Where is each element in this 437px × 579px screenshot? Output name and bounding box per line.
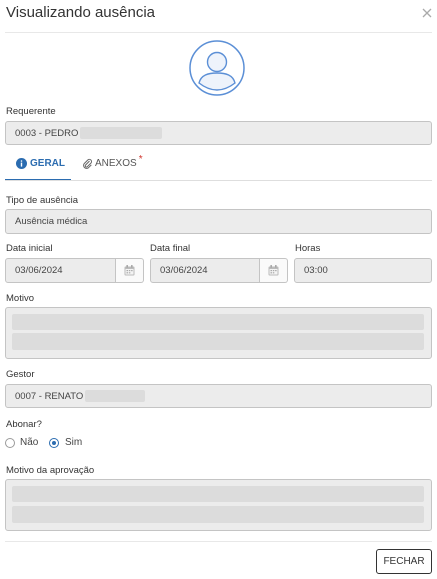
horas-field: 03:00	[294, 258, 432, 283]
redacted-text	[12, 333, 424, 350]
redacted-text	[12, 506, 424, 523]
radio-nao-label: Não	[20, 437, 39, 448]
tabs-divider	[5, 180, 432, 181]
footer-divider	[5, 541, 432, 542]
user-avatar-icon	[189, 40, 245, 96]
requerente-value: 0003 - PEDRO	[15, 127, 79, 139]
data-inicial-calendar-button[interactable]	[116, 258, 144, 283]
paperclip-icon	[83, 158, 92, 169]
required-mark: *	[138, 154, 143, 165]
tipo-ausencia-field: Ausência médica	[5, 209, 432, 234]
redacted-text	[12, 314, 424, 330]
gestor-value: 0007 - RENATO	[15, 390, 84, 402]
data-final-calendar-button[interactable]	[260, 258, 288, 283]
abonar-label: Abonar?	[6, 419, 42, 430]
redacted-text	[85, 390, 146, 402]
calendar-icon	[124, 265, 135, 276]
redacted-text	[80, 127, 163, 139]
tab-geral-label: GERAL	[30, 158, 65, 169]
modal-title: Visualizando ausência	[6, 4, 155, 21]
info-icon	[16, 158, 27, 169]
redacted-text	[12, 486, 424, 502]
tipo-ausencia-label: Tipo de ausência	[6, 195, 79, 206]
tab-anexos-label: ANEXOS	[95, 158, 137, 169]
horas-value: 03:00	[304, 265, 328, 276]
motivo-label: Motivo	[6, 293, 34, 304]
close-icon[interactable]	[420, 6, 434, 20]
gestor-label: Gestor	[6, 369, 35, 380]
fechar-button[interactable]: FECHAR	[376, 549, 432, 574]
calendar-icon	[268, 265, 279, 276]
data-final-value: 03/06/2024	[160, 265, 208, 276]
radio-sim[interactable]	[49, 438, 59, 448]
tab-anexos[interactable]: ANEXOS *	[82, 154, 143, 169]
data-inicial-field: 03/06/2024	[5, 258, 116, 283]
radio-nao[interactable]	[5, 438, 15, 448]
tab-geral[interactable]: GERAL	[16, 158, 65, 169]
data-final-field: 03/06/2024	[150, 258, 260, 283]
requerente-label: Requerente	[6, 106, 56, 117]
requerente-field: 0003 - PEDRO	[5, 121, 432, 145]
absence-modal: Visualizando ausência Requerente 0003 - …	[0, 0, 437, 579]
motivo-aprovacao-label: Motivo da aprovação	[6, 465, 95, 476]
data-inicial-label: Data inicial	[6, 243, 53, 254]
gestor-field: 0007 - RENATO	[5, 384, 432, 408]
header-divider	[5, 32, 432, 33]
tipo-ausencia-value: Ausência médica	[15, 216, 88, 227]
radio-sim-label: Sim	[65, 437, 83, 448]
data-final-label: Data final	[150, 243, 191, 254]
horas-label: Horas	[295, 243, 321, 254]
data-inicial-value: 03/06/2024	[15, 265, 63, 276]
